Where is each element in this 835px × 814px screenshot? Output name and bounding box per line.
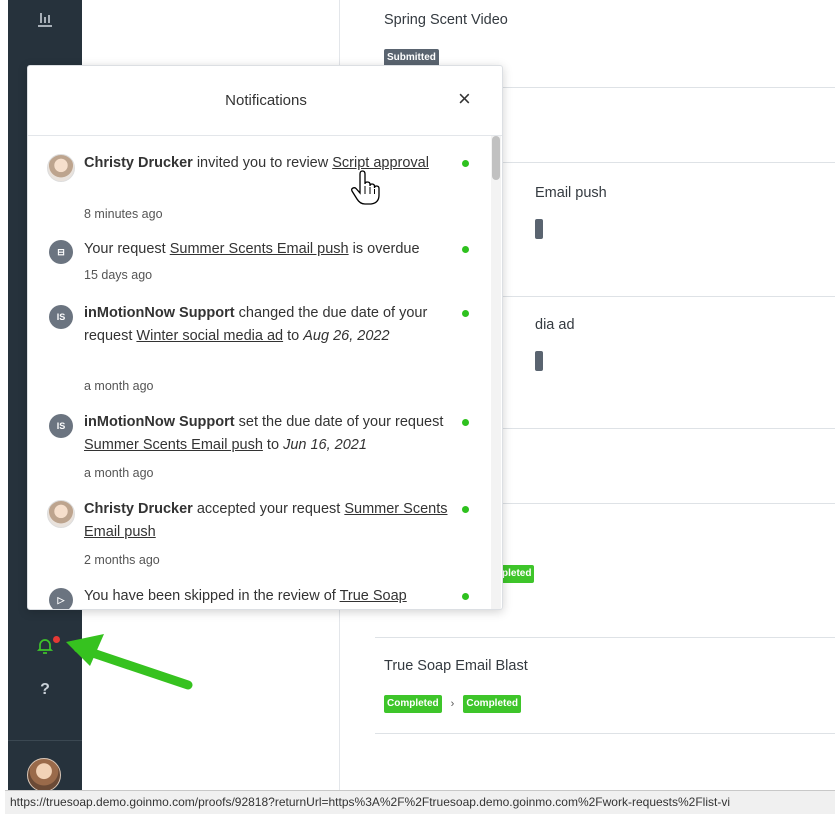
avatar: IS	[49, 414, 73, 438]
notification-link[interactable]: Script approval	[332, 155, 429, 171]
panel-title: Notifications	[225, 92, 307, 109]
notification-time: 15 days ago	[84, 268, 153, 282]
analytics-icon[interactable]	[8, 10, 82, 28]
unread-dot[interactable]	[462, 246, 469, 253]
hand-cursor-icon	[350, 170, 380, 211]
browser-status-url: https://truesoap.demo.goinmo.com/proofs/…	[5, 790, 835, 814]
unread-dot[interactable]	[462, 593, 469, 600]
unread-indicator	[53, 636, 60, 643]
unread-dot[interactable]	[462, 419, 469, 426]
notification-link[interactable]: Summer Scents Email push	[170, 241, 349, 257]
notification-time: a month ago	[84, 466, 154, 480]
request-icon: ⊟	[49, 240, 73, 264]
card-title[interactable]: Email push	[535, 185, 607, 201]
sidebar-divider	[8, 740, 82, 741]
notification-time: 2 months ago	[84, 553, 160, 567]
notification-text: Christy Drucker accepted your request Su…	[84, 501, 448, 540]
avatar	[47, 500, 75, 528]
status-badge	[535, 219, 543, 239]
card-title[interactable]: Spring Scent Video	[384, 12, 508, 28]
avatar: IS	[49, 305, 73, 329]
card-title[interactable]: True Soap Email Blast	[384, 658, 528, 674]
status-badge: Completed	[384, 695, 442, 713]
card-title[interactable]: dia ad	[535, 317, 575, 333]
notification-text: Christy Drucker invited you to review Sc…	[84, 155, 429, 171]
unread-dot[interactable]	[462, 506, 469, 513]
close-button[interactable]: ×	[458, 88, 471, 110]
skip-icon: ▷	[49, 588, 73, 609]
scrollbar[interactable]	[491, 136, 501, 609]
user-avatar[interactable]	[27, 758, 61, 792]
status-badge: Completed	[463, 695, 522, 713]
status-badge	[535, 351, 543, 371]
notification-link[interactable]: True Soap	[340, 588, 407, 604]
notification-text: inMotionNow Support set the due date of …	[84, 414, 444, 453]
chevron-right-icon: ›	[450, 698, 455, 710]
notification-link[interactable]: Winter social media ad	[136, 328, 283, 344]
notifications-panel: Notifications × Christy Drucker invited …	[27, 65, 503, 610]
notification-text: You have been skipped in the review of T…	[84, 588, 407, 604]
avatar	[47, 154, 75, 182]
notifications-list[interactable]: Christy Drucker invited you to review Sc…	[28, 136, 502, 609]
panel-header: Notifications ×	[28, 66, 502, 136]
notification-link[interactable]: Summer Scents Email push	[84, 437, 263, 453]
notification-time: a month ago	[84, 379, 154, 393]
notification-text: Your request Summer Scents Email push is…	[84, 241, 420, 257]
unread-dot[interactable]	[462, 160, 469, 167]
status-badge: pleted	[501, 565, 535, 583]
annotation-arrow-icon	[60, 630, 200, 705]
notification-time: 8 minutes ago	[84, 207, 163, 221]
list-item[interactable]: True Soap Email Blast Completed › Comple…	[375, 638, 835, 734]
scroll-thumb[interactable]	[492, 136, 500, 180]
notification-text: inMotionNow Support changed the due date…	[84, 305, 428, 344]
unread-dot[interactable]	[462, 310, 469, 317]
